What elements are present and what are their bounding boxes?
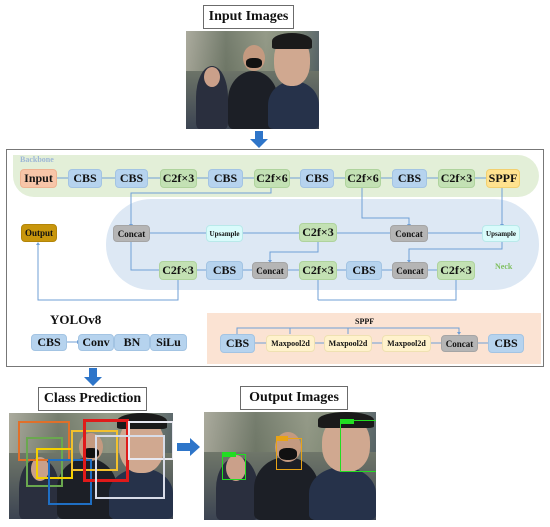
output-images-title: Output Images — [240, 386, 348, 410]
detection-box — [340, 420, 376, 472]
detection-box — [222, 454, 246, 480]
detection-label-tag — [340, 419, 354, 424]
detection-box — [276, 438, 302, 470]
output-image — [204, 412, 376, 520]
detection-label-tag — [276, 436, 288, 441]
detection-label-tag — [222, 452, 236, 457]
